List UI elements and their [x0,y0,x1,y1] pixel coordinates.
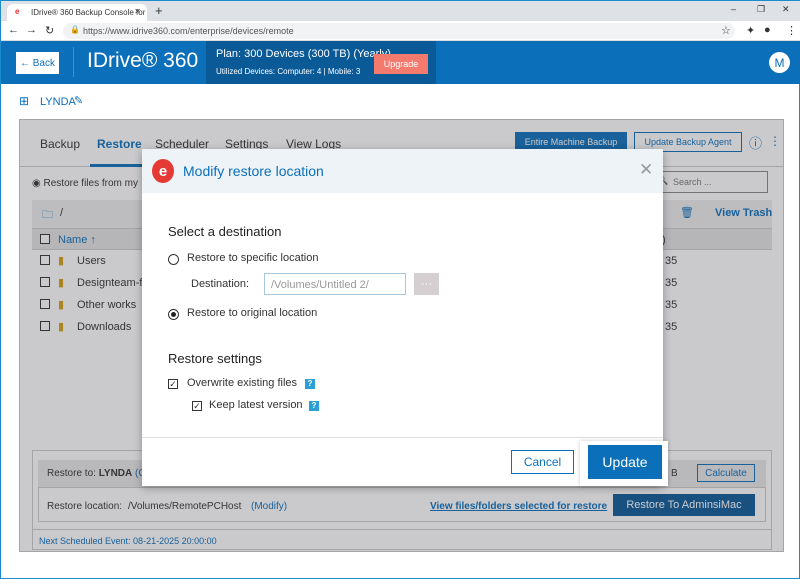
url-input[interactable]: 🔒 https://www.idrive360.com/enterprise/de… [63,23,735,39]
idrive-favicon-icon: e [15,7,20,16]
url-text: https://www.idrive360.com/enterprise/dev… [83,26,294,36]
menu-icon[interactable]: ⋮ [786,24,797,37]
overwrite-label: Overwrite existing files [187,377,298,389]
device-name: LYNDA [40,96,76,108]
divider [73,47,74,77]
windows-icon: ⊞ [19,94,30,108]
idrive-logo-icon: e [152,159,174,183]
keep-latest-label: Keep latest version [209,399,303,411]
edit-icon[interactable]: ✎ [74,94,83,107]
back-button[interactable]: ← Back [16,52,59,74]
avatar[interactable]: M [769,52,790,73]
extensions-icon[interactable]: ✦ [746,24,755,37]
keep-latest-checkbox[interactable]: ✓ [192,401,202,411]
plan-text: Plan: 300 Devices (300 TB) (Yearly) [216,48,391,60]
dialog-title: Modify restore location [183,163,324,179]
minimize-icon[interactable]: – [731,4,736,14]
plan-panel: Plan: 300 Devices (300 TB) (Yearly) Util… [206,41,436,84]
address-bar-row: ← → ↻ 🔒 https://www.idrive360.com/enterpr… [1,21,800,41]
idrive-logo: IDrive® 360 [87,49,199,72]
browser-tabstrip: e IDrive® 360 Backup Console for ✕ + – ❐ ✕ [1,1,800,21]
browser-tab[interactable]: e IDrive® 360 Backup Console for ✕ [7,4,147,21]
restore-window-icon[interactable]: ❐ [757,4,765,15]
specific-location-radio[interactable] [168,254,179,265]
browse-button[interactable]: ··· [414,273,439,295]
restore-settings-heading: Restore settings [168,351,262,366]
forward-icon[interactable]: → [26,24,37,36]
lock-icon: 🔒 [70,25,80,34]
original-location-label: Restore to original location [187,307,318,319]
close-window-icon[interactable]: ✕ [782,4,790,15]
overwrite-checkbox[interactable]: ✓ [168,379,178,389]
new-tab-icon[interactable]: + [155,3,163,18]
close-tab-icon[interactable]: ✕ [134,7,141,16]
profile-icon[interactable]: ● [764,24,771,36]
specific-location-label: Restore to specific location [187,252,319,264]
keep-latest-help-icon[interactable]: ? [309,401,319,411]
select-destination-heading: Select a destination [168,224,282,239]
cancel-button[interactable]: Cancel [511,450,574,474]
update-button[interactable]: Update [588,445,662,479]
overwrite-help-icon[interactable]: ? [305,379,315,389]
back-icon[interactable]: ← [8,24,19,36]
dialog-header: e Modify restore location ✕ [142,149,663,193]
tab-title: IDrive® 360 Backup Console for [31,8,146,17]
close-icon[interactable]: ✕ [639,160,653,180]
star-icon[interactable]: ☆ [721,24,731,37]
utilized-devices: Utilized Devices: Computer: 4 | Mobile: … [216,67,361,76]
original-location-radio[interactable] [168,309,179,320]
destination-input[interactable]: /Volumes/Untitled 2/ [264,273,406,295]
destination-label: Destination: [191,278,250,290]
modify-restore-location-dialog: e Modify restore location ✕ Select a des… [142,149,663,486]
reload-icon[interactable]: ↻ [45,24,54,37]
upgrade-button[interactable]: Upgrade [374,54,428,74]
